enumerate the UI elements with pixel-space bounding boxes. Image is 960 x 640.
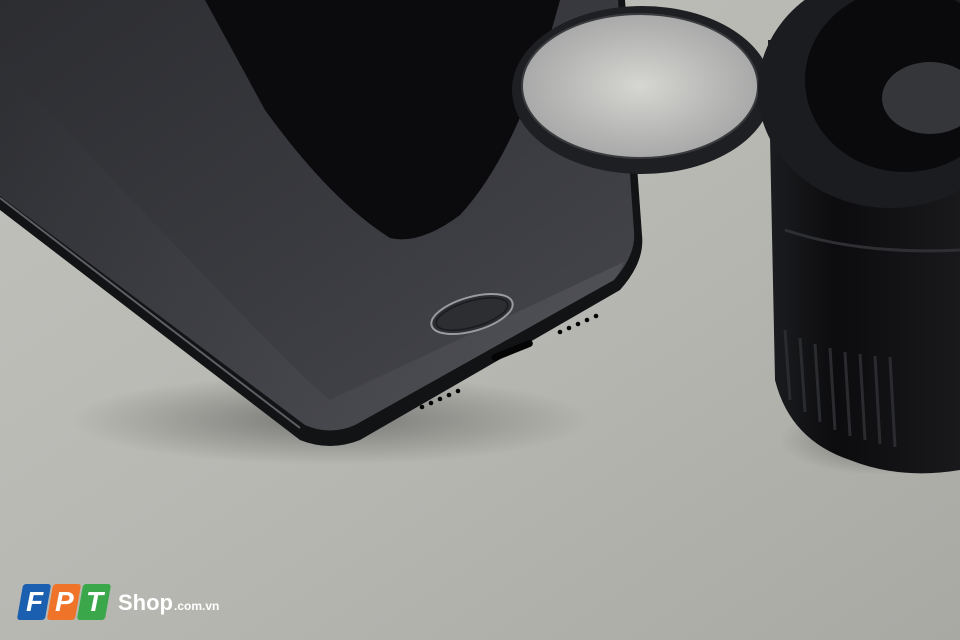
product-photo: [0, 0, 960, 640]
brand-wordmark: Shop .com.vn: [118, 592, 219, 614]
logo-letter-f: F: [25, 586, 43, 617]
logo-tile-t: T: [76, 584, 112, 620]
logo-tile-f: F: [16, 584, 52, 620]
logo-tile-p: P: [46, 584, 82, 620]
logo-letter-p: P: [55, 586, 73, 617]
camera-lens: [758, 0, 960, 475]
brand-domain: .com.vn: [174, 599, 220, 613]
watermark-logo: F P T Shop .com.vn: [16, 572, 219, 620]
brand-name: Shop: [118, 590, 173, 615]
photo-canvas: [0, 0, 960, 640]
logo-letter-t: T: [85, 586, 103, 617]
fpt-logo-tiles: F P T: [16, 584, 112, 620]
camera-filter: [512, 6, 772, 174]
